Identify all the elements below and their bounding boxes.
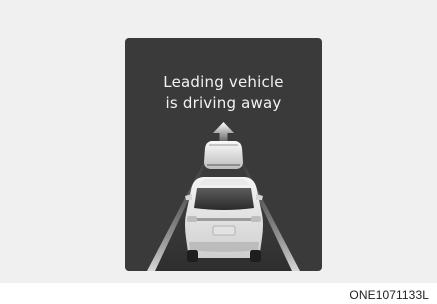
- figure-frame: Leading vehicle is driving away: [0, 0, 437, 283]
- arrow-up-icon: [213, 122, 234, 141]
- figure-code: ONE1071133L: [349, 288, 429, 302]
- own-vehicle-rear-icon: [185, 177, 263, 262]
- cluster-display: Leading vehicle is driving away: [125, 38, 322, 271]
- leading-vehicle-icon: [204, 141, 243, 169]
- driving-scene: [147, 122, 300, 271]
